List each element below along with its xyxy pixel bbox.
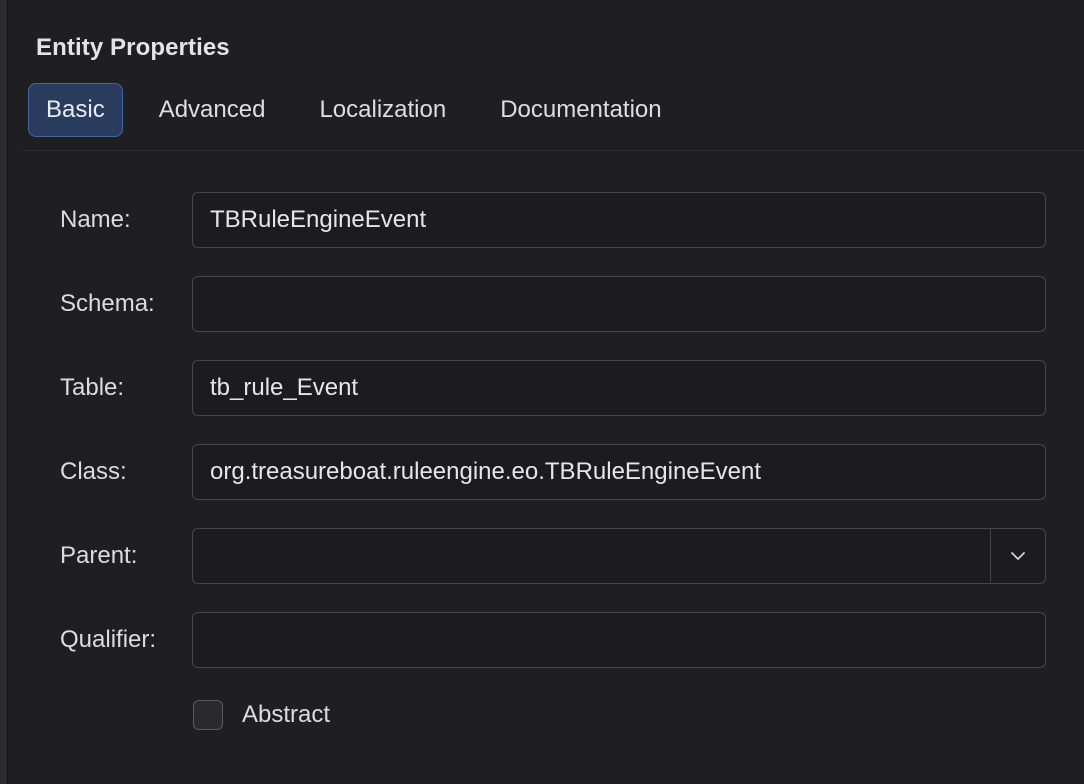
tab-divider — [23, 150, 1084, 151]
class-row: Class: — [60, 444, 1046, 500]
tab-advanced[interactable]: Advanced — [141, 83, 284, 137]
tab-documentation[interactable]: Documentation — [482, 83, 679, 137]
tab-localization[interactable]: Localization — [301, 83, 464, 137]
abstract-label[interactable]: Abstract — [242, 701, 330, 729]
tab-bar: Basic Advanced Localization Documentatio… — [28, 82, 698, 138]
qualifier-row: Qualifier: — [60, 612, 1046, 668]
table-field[interactable] — [192, 360, 1046, 416]
schema-row: Schema: — [60, 276, 1046, 332]
name-field[interactable] — [192, 192, 1046, 248]
chevron-down-icon — [1011, 551, 1025, 560]
parent-label: Parent: — [60, 542, 138, 569]
table-label: Table: — [60, 374, 125, 401]
class-label: Class: — [60, 458, 127, 485]
class-field[interactable] — [192, 444, 1046, 500]
table-row: Table: — [60, 360, 1046, 416]
qualifier-label: Qualifier: — [60, 626, 157, 653]
parent-row: Parent: — [60, 528, 1046, 584]
schema-label: Schema: — [60, 290, 155, 317]
schema-field[interactable] — [192, 276, 1046, 332]
parent-dropdown-button[interactable] — [991, 529, 1045, 582]
qualifier-field[interactable] — [192, 612, 1046, 668]
abstract-checkbox[interactable] — [193, 700, 223, 730]
abstract-row: Abstract — [193, 698, 330, 732]
name-row: Name: — [60, 192, 1046, 248]
panel-title: Entity Properties — [36, 34, 230, 61]
name-label: Name: — [60, 206, 131, 233]
window-left-edge — [0, 0, 8, 784]
parent-select[interactable] — [192, 528, 1046, 584]
entity-properties-panel: Entity Properties Basic Advanced Localiz… — [0, 0, 1084, 784]
tab-basic[interactable]: Basic — [28, 83, 123, 137]
